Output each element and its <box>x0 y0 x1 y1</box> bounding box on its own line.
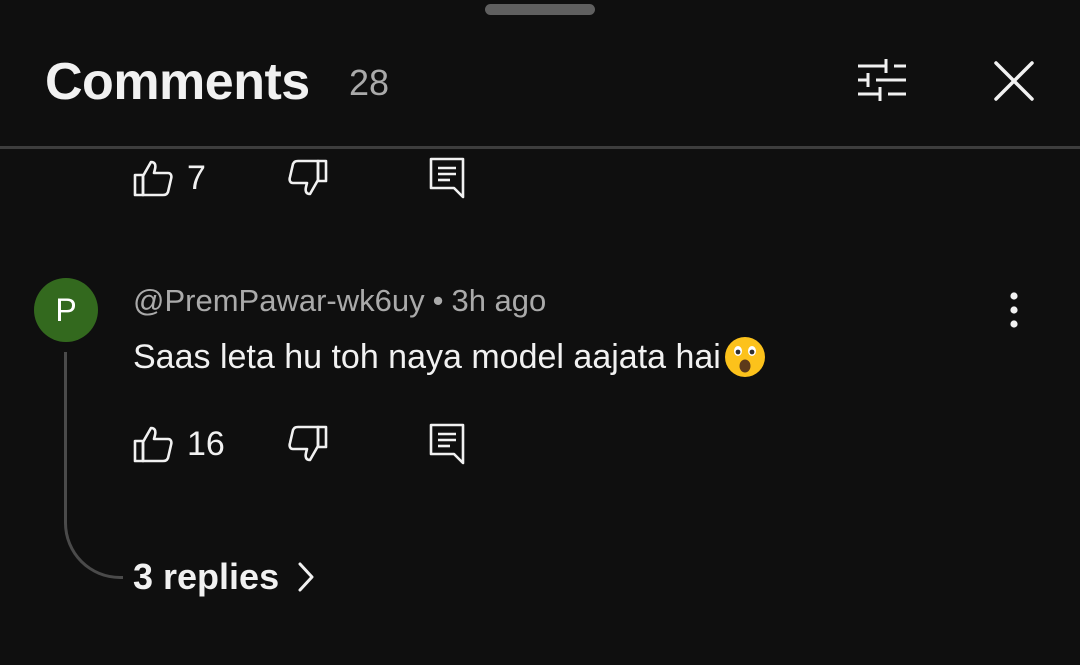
like-count: 16 <box>187 425 225 463</box>
header-divider <box>0 146 1080 149</box>
comments-header: Comments 28 <box>0 0 1080 148</box>
comment-text: Saas leta hu toh naya model aajata hai <box>133 338 721 376</box>
like-button[interactable]: 7 <box>133 158 206 198</box>
comment-time: 3h ago <box>451 283 547 318</box>
avatar[interactable]: P <box>34 278 98 342</box>
more-vertical-icon <box>1010 292 1018 328</box>
chevron-right-icon <box>298 562 314 592</box>
comment-meta: @PremPawar-wk6uy • 3h ago <box>133 282 546 320</box>
like-button[interactable]: 16 <box>133 424 225 464</box>
thumb-up-icon <box>133 426 173 463</box>
dislike-button[interactable] <box>288 424 328 464</box>
filter-button[interactable] <box>850 52 914 108</box>
close-icon <box>994 61 1034 101</box>
reply-button[interactable] <box>428 422 466 466</box>
view-replies-button[interactable]: 3 replies <box>133 556 321 598</box>
reply-button[interactable] <box>428 156 466 200</box>
meta-separator: • <box>432 283 444 318</box>
comment-count: 28 <box>349 62 390 103</box>
page-title: Comments <box>45 53 310 111</box>
thumb-down-icon <box>288 425 328 462</box>
thumb-down-icon <box>288 159 328 196</box>
like-count: 7 <box>187 159 206 197</box>
dislike-button[interactable] <box>288 158 328 198</box>
comment-body: Saas leta hu toh naya model aajata hai <box>133 335 767 379</box>
close-button[interactable] <box>985 52 1043 110</box>
astonished-face-emoji <box>724 337 765 377</box>
replies-label: 3 replies <box>133 556 280 597</box>
author-name[interactable]: @PremPawar-wk6uy <box>133 283 425 318</box>
thread-line <box>64 352 123 579</box>
thumb-up-icon <box>133 160 173 197</box>
comment-icon <box>429 157 465 199</box>
comment-icon <box>429 423 465 465</box>
sliders-icon <box>858 59 906 101</box>
more-options-button[interactable] <box>994 288 1034 332</box>
